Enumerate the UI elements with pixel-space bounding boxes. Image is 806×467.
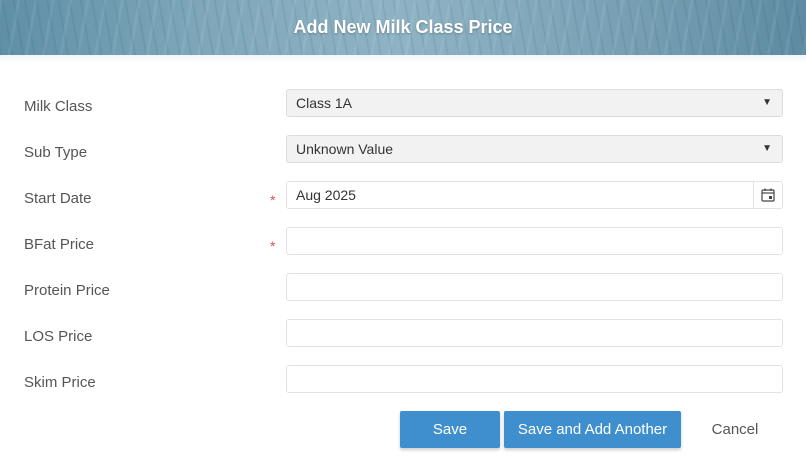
required-indicator: *	[270, 238, 276, 254]
bfat-price-input[interactable]	[286, 227, 783, 255]
milk-class-select[interactable]: Class 1A ▼	[286, 89, 783, 117]
sub-type-value: Unknown Value	[296, 141, 394, 157]
start-date-input[interactable]: Aug 2025	[286, 181, 783, 209]
start-date-label: Start Date	[24, 190, 92, 207]
los-price-label: LOS Price	[24, 328, 93, 345]
skim-price-label: Skim Price	[24, 374, 96, 391]
protein-price-input[interactable]	[286, 273, 783, 301]
skim-price-input[interactable]	[286, 365, 783, 393]
los-price-input[interactable]	[286, 319, 783, 347]
save-button[interactable]: Save	[400, 411, 500, 448]
sub-type-select[interactable]: Unknown Value ▼	[286, 135, 783, 163]
start-date-value: Aug 2025	[296, 187, 356, 203]
milk-class-label: Milk Class	[24, 98, 93, 115]
chevron-down-icon: ▼	[762, 97, 772, 108]
dialog-title: Add New Milk Class Price	[293, 17, 513, 37]
save-and-add-another-button[interactable]: Save and Add Another	[504, 411, 681, 448]
required-indicator: *	[270, 192, 276, 208]
calendar-icon[interactable]	[753, 182, 782, 208]
sub-type-label: Sub Type	[24, 144, 88, 161]
protein-price-label: Protein Price	[24, 282, 110, 299]
cancel-button[interactable]: Cancel	[700, 411, 770, 448]
chevron-down-icon: ▼	[762, 143, 772, 154]
bfat-price-label: BFat Price	[24, 236, 95, 253]
header-divider	[0, 55, 806, 63]
milk-class-value: Class 1A	[296, 95, 353, 111]
